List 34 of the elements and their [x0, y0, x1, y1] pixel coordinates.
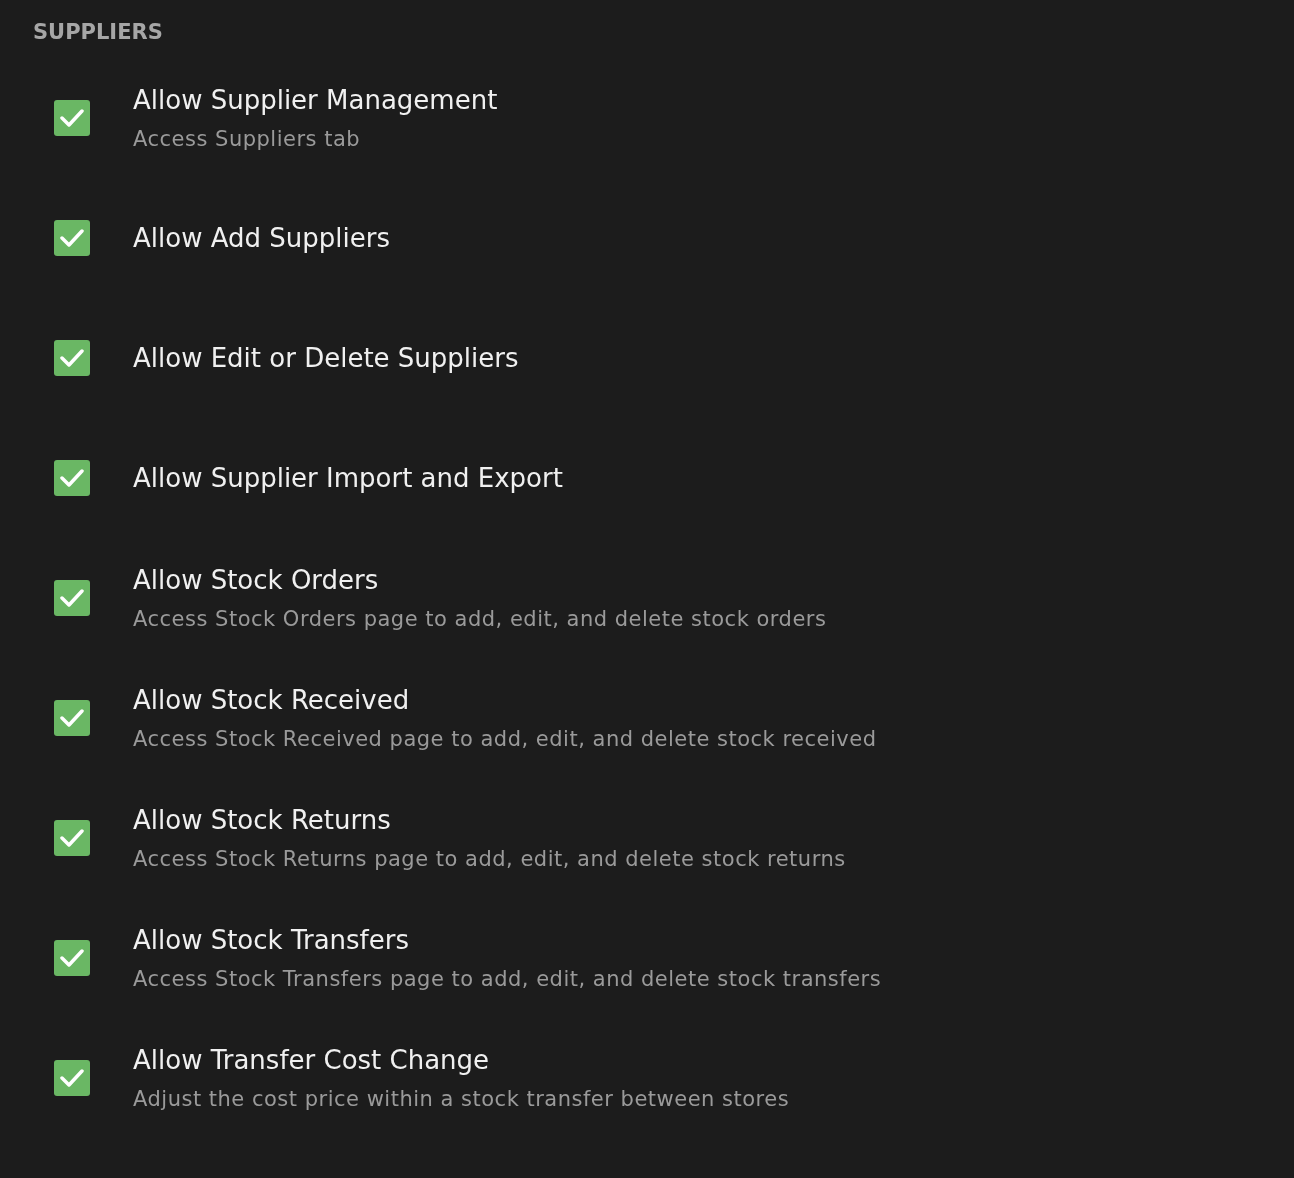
permission-description: Adjust the cost price within a stock transfer between stores: [133, 1086, 790, 1113]
check-icon: [60, 828, 84, 848]
check-icon: [60, 228, 84, 248]
checkbox[interactable]: [54, 820, 90, 856]
section-heading: SUPPLIERS: [33, 20, 163, 44]
checkbox[interactable]: [54, 220, 90, 256]
permission-description: Access Stock Returns page to add, edit, and delete stock returns: [133, 846, 846, 873]
permission-title: Allow Transfer Cost Change: [133, 1044, 491, 1077]
checkbox[interactable]: [54, 940, 90, 976]
checkbox[interactable]: [54, 580, 90, 616]
permission-title: Allow Stock Orders: [133, 564, 380, 597]
check-icon: [60, 1068, 84, 1088]
checkbox[interactable]: [54, 700, 90, 736]
check-icon: [60, 708, 84, 728]
permission-title: Allow Add Suppliers: [133, 222, 390, 255]
checkbox[interactable]: [54, 100, 90, 136]
permission-description: Access Suppliers tab: [133, 126, 362, 153]
permission-description: Access Stock Orders page to add, edit, and delete stock orders: [133, 606, 827, 633]
check-icon: [60, 108, 84, 128]
permission-title: Allow Supplier Management: [133, 84, 498, 117]
permission-description: Access Stock Received page to add, edit, and delete stock received: [133, 726, 877, 753]
checkbox[interactable]: [54, 340, 90, 376]
check-icon: [60, 948, 84, 968]
permission-title: Allow Edit or Delete Suppliers: [133, 342, 519, 375]
checkbox[interactable]: [54, 460, 90, 496]
permission-description: Access Stock Transfers page to add, edit, and delete stock transfers: [133, 966, 882, 993]
check-icon: [60, 588, 84, 608]
permission-title: Allow Stock Transfers: [133, 924, 410, 957]
permission-title: Allow Stock Received: [133, 684, 411, 717]
check-icon: [60, 468, 84, 488]
permission-title: Allow Supplier Import and Export: [133, 462, 563, 495]
check-icon: [60, 348, 84, 368]
permission-title: Allow Stock Returns: [133, 804, 392, 837]
checkbox[interactable]: [54, 1060, 90, 1096]
